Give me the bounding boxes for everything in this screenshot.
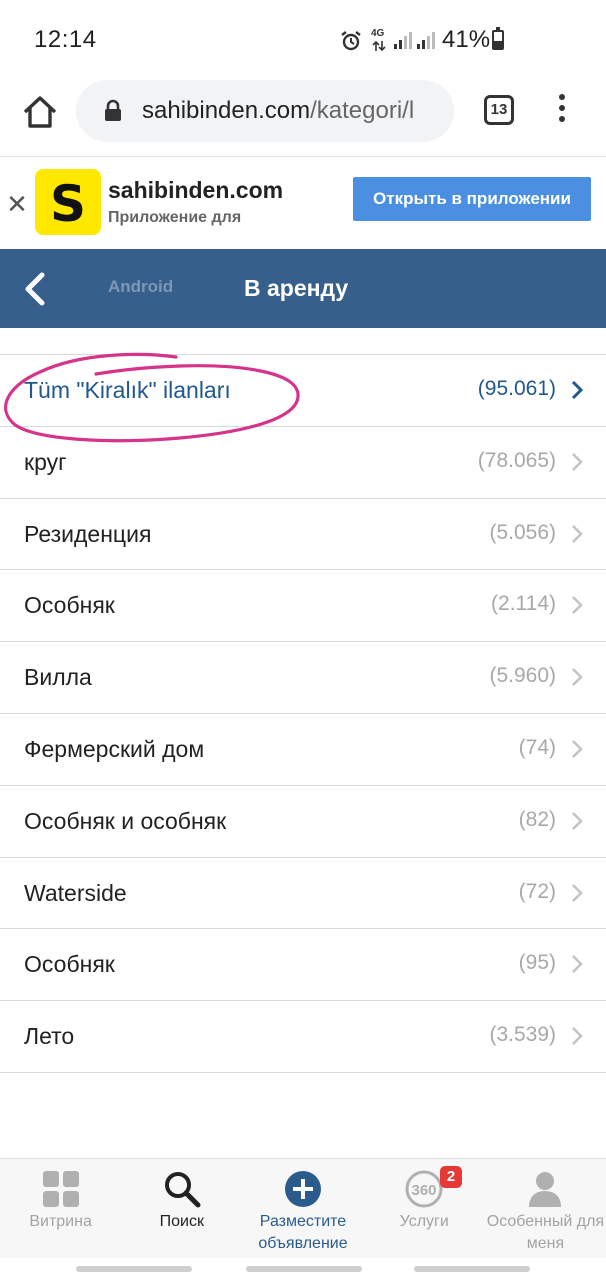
category-row[interactable]: Особняк и особняк (82): [0, 786, 606, 858]
back-icon[interactable]: [20, 271, 52, 307]
chevron-right-icon: [572, 811, 583, 830]
category-count: (95.061): [477, 377, 556, 400]
battery-percent: 41%: [442, 26, 491, 53]
nav-post-ad[interactable]: Разместите объявление: [242, 1159, 363, 1258]
category-count: (5.960): [489, 664, 556, 688]
category-row-all-rentals[interactable]: Tüm "Kiralık" ilanları (95.061): [0, 355, 606, 427]
bottom-nav: Витрина Поиск Разместите объявление 360 …: [0, 1158, 606, 1258]
category-row[interactable]: круг (78.065): [0, 427, 606, 499]
category-label: Tüm "Kiralık" ilanları: [24, 377, 231, 403]
360-icon: 360: [405, 1170, 443, 1208]
gesture-bar-center: [246, 1266, 362, 1272]
home-icon[interactable]: [20, 92, 60, 132]
chevron-right-icon: [571, 380, 584, 400]
status-time: 12:14: [34, 26, 97, 53]
app-subtitle: Приложение для: [108, 209, 242, 226]
close-icon[interactable]: ✕: [6, 191, 28, 217]
address-bar[interactable]: sahibinden.com/kategori/l: [76, 80, 454, 142]
nav-label: Особенный для меня: [486, 1213, 605, 1252]
grid-icon: [42, 1171, 79, 1207]
page-header: Android В аренду: [0, 249, 606, 328]
category-label: Резиденция: [24, 520, 152, 547]
category-count: (74): [518, 735, 556, 759]
chevron-right-icon: [572, 883, 583, 902]
category-label: Вилла: [24, 664, 92, 691]
nav-label: Витрина: [29, 1213, 92, 1230]
app-logo: S: [35, 169, 101, 235]
category-count: (3.539): [489, 1023, 556, 1047]
category-label: Фермерский дом: [24, 735, 205, 762]
category-label: Особняк и особняк: [24, 807, 227, 834]
user-icon: [529, 1172, 562, 1207]
nav-services[interactable]: 360 Услуги: [364, 1159, 485, 1258]
nav-search[interactable]: Поиск: [121, 1159, 242, 1258]
browser-toolbar: sahibinden.com/kategori/l 13: [0, 80, 606, 156]
360-icon-text: 360: [412, 1182, 437, 1199]
open-in-app-button[interactable]: Открыть в приложении: [353, 177, 591, 221]
chevron-right-icon: [572, 596, 583, 615]
nav-profile[interactable]: Особенный для меня: [485, 1159, 606, 1258]
notification-badge: 2: [440, 1166, 462, 1188]
category-count: (82): [518, 807, 556, 831]
category-label: круг: [24, 448, 67, 475]
plus-circle-icon: [285, 1171, 321, 1207]
category-label: Особняк: [24, 951, 115, 978]
category-row[interactable]: Резиденция (5.056): [0, 499, 606, 571]
nav-label: Разместите объявление: [258, 1213, 348, 1252]
category-row[interactable]: Waterside (72): [0, 858, 606, 930]
page-title: В аренду: [244, 275, 349, 301]
chevron-right-icon: [572, 955, 583, 974]
category-row[interactable]: Особняк (2.114): [0, 570, 606, 643]
category-row[interactable]: Особняк (95): [0, 929, 606, 1002]
nav-showcase[interactable]: Витрина: [0, 1159, 121, 1258]
category-count: (95): [518, 951, 556, 975]
nav-label: Услуги: [399, 1213, 449, 1230]
signal-icon-2: [417, 32, 435, 49]
data-arrows-icon: [372, 40, 386, 52]
url-text[interactable]: sahibinden.com/kategori/l: [142, 97, 442, 125]
chevron-right-icon: [572, 452, 583, 471]
category-label: Особняк: [24, 592, 115, 619]
category-count: (78.065): [477, 448, 556, 472]
chevron-right-icon: [572, 1027, 583, 1046]
chevron-right-icon: [572, 740, 583, 758]
signal-icon: [394, 32, 412, 49]
gesture-bar-right: [414, 1266, 530, 1272]
app-name: sahibinden.com: [108, 177, 284, 203]
category-count: (2.114): [491, 592, 556, 616]
category-row[interactable]: Лето (3.539): [0, 1001, 606, 1073]
tab-switcher-button[interactable]: 13: [484, 95, 514, 125]
category-label: Waterside: [24, 879, 127, 906]
search-icon: [164, 1172, 201, 1208]
category-row[interactable]: Вилла (5.960): [0, 642, 606, 714]
network-type: 4G: [371, 28, 385, 39]
header-subtitle: Android: [108, 277, 174, 296]
category-count: (5.056): [489, 520, 556, 544]
chevron-right-icon: [572, 668, 583, 687]
url-path: /kategori/l: [310, 97, 415, 124]
chevron-right-icon: [572, 524, 583, 543]
category-count: (72): [518, 879, 556, 903]
lock-icon: [105, 99, 121, 121]
app-install-banner: ✕ S sahibinden.com Приложение для Открыт…: [0, 156, 606, 248]
battery-icon: [492, 27, 504, 50]
nav-label: Поиск: [159, 1213, 204, 1230]
url-host: sahibinden.com: [142, 97, 311, 124]
gesture-bar-left: [76, 1266, 192, 1272]
category-list: Tüm "Kiralık" ilanları (95.061) круг (78…: [0, 354, 606, 1073]
alarm-icon: [341, 31, 361, 51]
category-row[interactable]: Фермерский дом (74): [0, 714, 606, 786]
status-bar: 12:14 4G 41%: [0, 0, 606, 80]
category-label: Лето: [24, 1023, 75, 1050]
overflow-menu-icon[interactable]: [552, 94, 572, 128]
